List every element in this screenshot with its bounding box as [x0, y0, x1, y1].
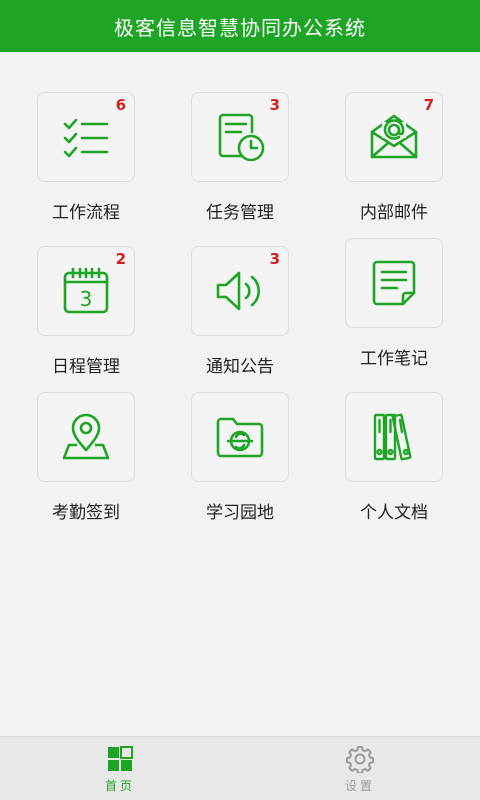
tab-settings[interactable]: 设置	[240, 737, 480, 800]
task-label: 任务管理	[206, 203, 274, 223]
notes-label: 工作笔记	[360, 349, 428, 369]
note-icon	[372, 260, 416, 306]
calendar-day-number: 3	[80, 287, 93, 311]
tile-schedule[interactable]: 3 2 日程管理	[9, 246, 163, 396]
tab-home[interactable]: 首页	[0, 737, 240, 800]
attendance-icon-box[interactable]	[37, 392, 135, 482]
location-icon	[62, 413, 110, 460]
tab-settings-label: 设置	[344, 778, 375, 793]
workflow-badge: 6	[115, 96, 126, 114]
announcement-label: 通知公告	[206, 357, 274, 377]
calendar-icon: 3	[63, 267, 109, 314]
tile-workflow[interactable]: 6 工作流程	[9, 92, 163, 242]
task-icon-box[interactable]: 3	[191, 92, 289, 182]
tile-task-management[interactable]: 3 任务管理	[163, 92, 317, 242]
bottom-tab-bar: 首页 设置	[0, 736, 480, 800]
schedule-badge: 2	[115, 250, 126, 268]
workflow-icon-box[interactable]: 6	[37, 92, 135, 182]
docs-icon-box[interactable]	[345, 392, 443, 482]
schedule-icon-box[interactable]: 3 2	[37, 246, 135, 336]
mail-icon	[370, 114, 418, 159]
schedule-label: 日程管理	[52, 357, 120, 377]
folder-icon	[216, 417, 264, 458]
learning-label: 学习园地	[206, 503, 274, 523]
notes-icon-box[interactable]	[345, 238, 443, 328]
tile-work-notes[interactable]: 工作笔记	[317, 238, 471, 388]
mail-badge: 7	[423, 96, 434, 114]
docs-label: 个人文档	[360, 503, 428, 523]
checklist-icon	[63, 118, 109, 158]
binders-icon	[373, 413, 412, 461]
tile-learning[interactable]: 学习园地	[163, 392, 317, 542]
gear-icon	[346, 745, 374, 773]
speaker-icon	[216, 271, 260, 311]
mail-label: 内部邮件	[360, 203, 428, 223]
mail-icon-box[interactable]: 7	[345, 92, 443, 182]
tile-announcements[interactable]: 3 通知公告	[163, 246, 317, 396]
announcement-icon-box[interactable]: 3	[191, 246, 289, 336]
attendance-label: 考勤签到	[52, 503, 120, 523]
announcement-badge: 3	[269, 250, 280, 268]
learning-icon-box[interactable]	[191, 392, 289, 482]
tab-home-label: 首页	[104, 778, 135, 793]
tile-attendance[interactable]: 考勤签到	[9, 392, 163, 542]
task-badge: 3	[269, 96, 280, 114]
workflow-label: 工作流程	[52, 203, 120, 223]
app-title: 极客信息智慧协同办公系统	[114, 15, 366, 40]
tile-internal-mail[interactable]: 7 内部邮件	[317, 92, 471, 242]
tile-personal-docs[interactable]: 个人文档	[317, 392, 471, 542]
app-header: 极客信息智慧协同办公系统	[0, 0, 480, 52]
task-clock-icon	[218, 113, 265, 162]
home-grid-icon	[108, 745, 133, 771]
